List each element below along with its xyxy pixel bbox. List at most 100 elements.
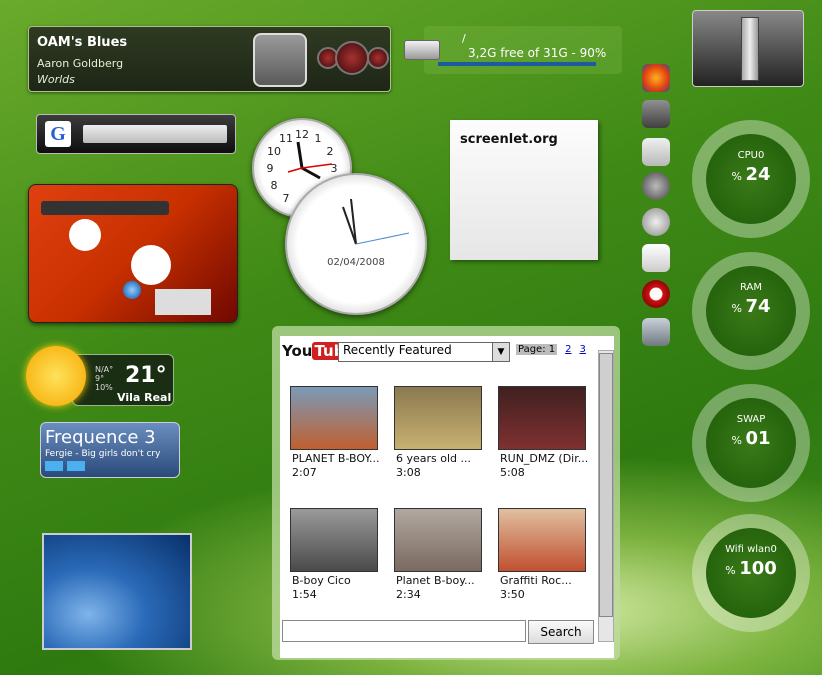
cpu-meter: CPU0 % 24: [692, 120, 810, 238]
google-icon: G: [45, 121, 71, 147]
chevron-down-icon[interactable]: ▼: [492, 343, 509, 361]
svg-text:2: 2: [327, 145, 334, 158]
video-thumbnail[interactable]: [290, 386, 378, 450]
youtube-search-input[interactable]: [282, 620, 526, 642]
clock-date: 02/04/2008: [327, 257, 385, 268]
nvidia-icon[interactable]: [642, 100, 674, 130]
google-search-widget: G: [36, 114, 236, 154]
disk-usage-bar: [438, 62, 596, 66]
radio-widget[interactable]: Frequence 3 Fergie - Big girls don't cry: [40, 422, 180, 478]
video-duration: 3:08: [396, 466, 421, 479]
thumbnail-clock-icon: [131, 245, 171, 285]
video-item[interactable]: Planet B-boy... 2:34: [394, 508, 490, 608]
video-thumbnail[interactable]: [394, 508, 482, 572]
music-player-widget: OAM's Blues Aaron Goldberg Worlds: [28, 26, 391, 92]
svg-text:1: 1: [315, 132, 322, 145]
music-icon[interactable]: [642, 208, 674, 238]
video-item[interactable]: RUN_DMZ (Dir... 5:08: [498, 386, 594, 486]
meter-value: % 24: [731, 164, 771, 185]
page-2-link[interactable]: 2: [565, 344, 571, 355]
video-title[interactable]: RUN_DMZ (Dir...: [500, 452, 596, 465]
track-title: OAM's Blues: [37, 35, 128, 50]
google-search-input[interactable]: [83, 125, 227, 143]
category-select[interactable]: Recently Featured ▼: [338, 342, 510, 362]
track-artist: Aaron Goldberg: [37, 57, 124, 70]
document-icon[interactable]: [642, 244, 674, 274]
meter-label: RAM: [739, 282, 762, 293]
weather-city: Vila Real: [117, 391, 172, 404]
sun-icon: [26, 346, 86, 406]
track-album: Worlds: [37, 73, 75, 86]
meter-value: % 01: [731, 428, 771, 449]
video-title[interactable]: Planet B-boy...: [396, 574, 492, 587]
wifi-meter: Wifi wlan0 % 100: [692, 514, 810, 632]
picture-frame-widget: [42, 533, 192, 650]
svg-text:8: 8: [271, 179, 278, 192]
scrollbar-thumb[interactable]: [599, 353, 613, 617]
current-page: Page: 1: [516, 344, 558, 355]
video-title[interactable]: Graffiti Roc...: [500, 574, 596, 587]
radio-track: Fergie - Big girls don't cry: [45, 449, 161, 459]
video-duration: 2:07: [292, 466, 317, 479]
radio-stop-icon[interactable]: [67, 461, 85, 471]
swap-meter: SWAP % 01: [692, 384, 810, 502]
analog-clock-large: 02/04/2008: [285, 173, 427, 315]
switch-widget[interactable]: [692, 10, 804, 87]
media-icon[interactable]: [642, 172, 674, 202]
weather-details: N/A° 9° 10%: [95, 365, 114, 392]
vodafone-icon[interactable]: [642, 280, 674, 310]
folder-icon[interactable]: [642, 138, 674, 168]
thumbnail-calendar: [155, 289, 211, 315]
svg-text:11: 11: [279, 132, 293, 145]
youtube-widget: You Tube Recently Featured ▼ Page: 123 PL…: [272, 326, 620, 660]
firefox-icon[interactable]: [642, 64, 674, 94]
meter-value: % 100: [725, 558, 777, 579]
video-thumbnail[interactable]: [290, 508, 378, 572]
meter-label: Wifi wlan0: [725, 544, 777, 555]
video-title[interactable]: PLANET B-BOY...: [292, 452, 388, 465]
meter-value: % 74: [731, 296, 771, 317]
weather-temp: 21°: [125, 363, 167, 388]
youtube-panel: You Tube Recently Featured ▼ Page: 123 PL…: [280, 336, 614, 658]
meter-label: SWAP: [736, 414, 766, 425]
video-title[interactable]: B-boy Cico: [292, 574, 388, 587]
video-item[interactable]: B-boy Cico 1:54: [290, 508, 386, 608]
weather-widget: N/A° 9° 10% 21° Vila Real: [20, 340, 176, 410]
switch-knob[interactable]: [741, 17, 759, 81]
video-duration: 2:34: [396, 588, 421, 601]
video-thumbnail[interactable]: [394, 386, 482, 450]
thumbnail-toolbar: [41, 201, 169, 215]
next-button[interactable]: [367, 47, 389, 69]
meter-label: CPU0: [737, 150, 765, 161]
youtube-search-button[interactable]: Search: [528, 620, 594, 644]
radio-station: Frequence 3: [45, 427, 156, 448]
disk-usage-widget: / 3,2G free of 31G - 90%: [404, 26, 622, 74]
video-item[interactable]: 6 years old ... 3:08: [394, 386, 490, 486]
video-item[interactable]: Graffiti Roc... 3:50: [498, 508, 594, 608]
clock-hands-icon: [342, 198, 410, 245]
ram-meter: RAM % 74: [692, 252, 810, 370]
sticky-note-widget[interactable]: screenlet.org: [450, 120, 598, 260]
video-thumbnail[interactable]: [498, 386, 586, 450]
svg-text:10: 10: [267, 145, 281, 158]
radio-play-icon[interactable]: [45, 461, 63, 471]
drive-icon: [404, 40, 440, 60]
video-thumbnail[interactable]: [498, 508, 586, 572]
thumbnail-clock-icon: [69, 219, 101, 251]
page-3-link[interactable]: 3: [580, 344, 586, 355]
disk-path: /: [462, 32, 466, 45]
video-duration: 5:08: [500, 466, 525, 479]
disk-free-text: 3,2G free of 31G - 90%: [468, 46, 607, 60]
users-icon[interactable]: [642, 318, 674, 348]
screenshot-thumbnail: [28, 184, 238, 323]
video-item[interactable]: PLANET B-BOY... 2:07: [290, 386, 386, 486]
video-title[interactable]: 6 years old ...: [396, 452, 492, 465]
video-duration: 3:50: [500, 588, 525, 601]
note-text: screenlet.org: [460, 132, 558, 147]
play-button[interactable]: [335, 41, 369, 75]
weather-panel: N/A° 9° 10% 21° Vila Real: [72, 354, 174, 406]
album-art: [253, 33, 307, 87]
youtube-scrollbar[interactable]: [598, 350, 614, 642]
video-duration: 1:54: [292, 588, 317, 601]
pagination: Page: 1 23: [516, 344, 586, 355]
